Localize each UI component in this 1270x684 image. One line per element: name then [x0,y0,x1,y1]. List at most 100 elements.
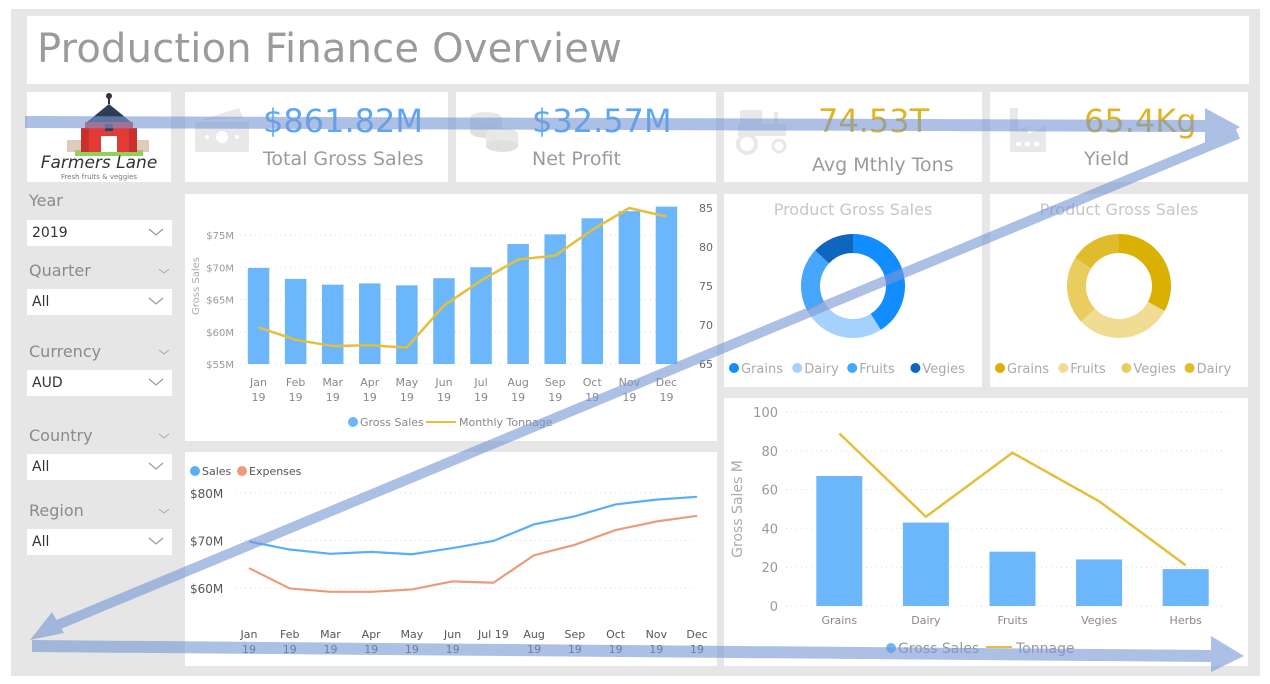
legend-label: Fruits [859,362,895,377]
kpi-card-avg-mthly-tons: 74.53T Avg Mthly Tons [724,92,982,182]
y-tick-label: $80M [190,487,223,501]
bar-gross-sales [359,283,381,364]
y-tick-label: $70M [206,263,234,274]
y-tick-label: 100 [753,406,778,421]
region-dropdown[interactable]: All [27,529,172,555]
currency-dropdown[interactable]: AUD [27,370,172,396]
x-tick-label: 19 [283,643,297,656]
legend-marker [1121,363,1132,373]
product-sales-tonnage-chart: 0 20 40 60 80 100 Gross Sales M Grains Dairy Frui… [724,398,1248,666]
x-tick-label: 19 [527,643,541,656]
legend-label: Sales [202,465,232,478]
y-tick-label: $75M [206,231,234,242]
legend-marker [847,363,858,373]
x-tick-label: 19 [474,391,488,404]
y-tick-label: $60M [190,582,223,596]
slicer-label: Quarter [29,261,91,280]
bar-gross-sales [655,206,678,364]
x-tick-label: Grains [822,614,858,627]
dropdown-value: 2019 [32,225,68,241]
x-tick-label: 19 [649,643,663,656]
x-tick-label: 19 [609,643,623,656]
x-tick-label: 19 [548,391,562,404]
logo-panel: Farmers Lane Fresh fruits & veggies [27,92,171,182]
bar-gross-sales [902,522,949,606]
x-tick-label: Dec [656,376,677,389]
x-tick-label: Mar [320,628,341,641]
x-tick-label: 19 [405,643,419,656]
donut-slice-dairy [807,301,881,338]
year-dropdown[interactable]: 2019 [27,220,172,246]
x-tick-label: Jan [240,628,258,641]
x-tick-label: Fruits [997,614,1027,627]
kpi-label: Avg Mthly Tons [812,154,954,176]
monthly-sales-tonnage-chart: $55M $60M $65M $70M $75M 65 70 75 80 85 Gross Sale… [185,194,717,441]
y-tick-label: 40 [761,522,778,537]
legend-label: Tonnage [1015,641,1075,657]
logo-name: Farmers Lane [41,153,158,173]
chevron-down-icon [148,297,164,305]
chevron-down-icon[interactable] [158,505,170,517]
legend-label: Dairy [804,362,839,377]
tractor-icon [736,110,787,155]
y-tick-label: $70M [190,535,223,549]
y-axis-title: Gross Sales M [730,460,746,558]
slicer-label: Currency [29,342,102,361]
legend-label: Vegies [922,362,965,377]
x-tick-label: 19 [437,391,451,404]
x-tick-label: Nov [646,628,668,641]
x-tick-label: 19 [446,643,460,656]
legend-label: Monthly Tonnage [459,416,553,429]
legend-label: Expenses [249,465,302,478]
y-tick-label: 20 [761,561,778,576]
x-tick-label: Jul 19 [477,628,509,641]
logo-tagline: Fresh fruits & veggies [61,173,137,181]
chevron-down-icon [148,378,164,386]
quarter-dropdown[interactable]: All [27,289,172,315]
chevron-down-icon[interactable] [158,430,170,442]
kpi-value: 74.53T [818,102,930,140]
bar-gross-sales [618,211,641,364]
x-tick-label: Sep [564,628,585,641]
x-tick-label: Aug [523,628,544,641]
legend-label: Gross Sales [898,641,979,657]
legend-marker [348,417,358,427]
factory-icon [1010,108,1046,152]
chevron-down-icon [148,228,164,236]
legend-marker [910,363,921,373]
bar-gross-sales [433,278,455,364]
country-dropdown[interactable]: All [27,454,172,480]
x-tick-label: Nov [619,376,641,389]
x-tick-label: Jun [434,376,452,389]
bar-gross-sales [544,234,566,364]
y-tick-label: $65M [206,296,234,307]
x-tick-label: Vegies [1081,614,1117,627]
legend-marker [792,363,803,373]
x-tick-label: Sep [545,376,566,389]
x-tick-label: Feb [280,628,299,641]
x-tick-label: Jun [443,628,461,641]
donut-svg: Grains Dairy Fruits Vegies [729,234,965,377]
y2-tick-label: 70 [699,319,713,332]
y2-tick-label: 80 [699,241,713,254]
x-tick-label: 19 [326,391,340,404]
x-tick-label: Dairy [911,614,941,627]
chevron-down-icon [148,462,164,470]
slicer-label: Region [29,501,84,520]
x-tick-label: Jul [473,376,487,389]
y-tick-label: $55M [206,360,234,371]
bar-gross-sales [989,551,1036,606]
x-tick-label: 19 [363,391,377,404]
slicer-label: Year [29,191,63,210]
x-tick-label: Aug [507,376,528,389]
chevron-down-icon[interactable] [158,346,170,358]
x-tick-label: 19 [289,391,303,404]
legend-marker [1058,363,1069,373]
x-tick-label: Feb [286,376,305,389]
farmers-lane-logo: Farmers Lane Fresh fruits & veggies [41,93,158,181]
y2-tick-label: 65 [699,358,713,371]
kpi-value: $32.57M [532,102,672,140]
y-tick-label: 60 [761,484,778,499]
bar-gross-sales [816,476,863,606]
chevron-down-icon[interactable] [158,265,170,277]
